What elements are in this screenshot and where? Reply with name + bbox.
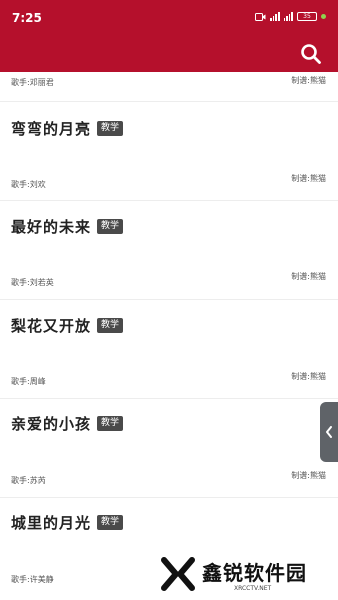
song-title: 最好的未来 <box>11 218 92 236</box>
singer-label: 歌手:周峰 <box>11 377 46 386</box>
side-drawer-handle[interactable] <box>320 402 338 462</box>
video-icon <box>255 12 266 21</box>
song-row[interactable]: 弯弯的月亮 教学 歌手:刘欢 制谱:熊猫 <box>0 102 338 200</box>
app-bar: 7:25 35 <box>0 0 338 72</box>
singer-label: 歌手:刘欢 <box>11 180 46 189</box>
status-time: 7:25 <box>12 11 42 25</box>
watermark-text: 鑫锐软件园 <box>202 561 307 585</box>
maker-label: 制谱:熊猫 <box>291 174 326 183</box>
song-title: 城里的月光 <box>11 514 92 532</box>
watermark: 鑫锐软件园 XRCCTV.NET <box>138 548 338 600</box>
song-row[interactable]: 亲爱的小孩 教学 歌手:苏芮 制谱:熊猫 <box>0 399 338 497</box>
singer-label: 歌手:苏芮 <box>11 476 46 485</box>
status-icons: 35 <box>255 12 326 21</box>
singer-label: 歌手:邓丽君 <box>11 78 54 87</box>
teaching-tag: 教学 <box>97 318 124 333</box>
song-title: 亲爱的小孩 <box>11 415 92 433</box>
battery-icon: 35 <box>297 12 317 21</box>
song-title: 梨花又开放 <box>11 317 92 335</box>
teaching-tag: 教学 <box>97 219 124 234</box>
song-row[interactable]: 最好的未来 教学 歌手:刘若英 制谱:熊猫 <box>0 201 338 299</box>
signal-icon-2 <box>283 12 293 21</box>
singer-label: 歌手:许美静 <box>11 575 54 584</box>
singer-label: 歌手:刘若英 <box>11 278 54 287</box>
teaching-tag: 教学 <box>97 416 124 431</box>
watermark-subtext: XRCCTV.NET <box>234 585 272 592</box>
song-title: 弯弯的月亮 <box>11 120 92 138</box>
chevron-left-icon <box>326 426 332 438</box>
teaching-tag: 教学 <box>97 515 124 530</box>
charging-dot-icon <box>321 14 326 19</box>
song-row[interactable]: 梨花又开放 教学 歌手:周峰 制谱:熊猫 <box>0 300 338 398</box>
signal-icon <box>270 12 280 21</box>
search-icon[interactable] <box>300 43 322 65</box>
maker-label: 制谱:熊猫 <box>291 272 326 281</box>
maker-label: 制谱:熊猫 <box>291 372 326 381</box>
maker-label: 制谱:熊猫 <box>291 471 326 480</box>
teaching-tag: 教学 <box>97 121 124 136</box>
maker-label: 制谱:熊猫 <box>291 76 326 85</box>
watermark-logo-icon <box>161 557 195 591</box>
